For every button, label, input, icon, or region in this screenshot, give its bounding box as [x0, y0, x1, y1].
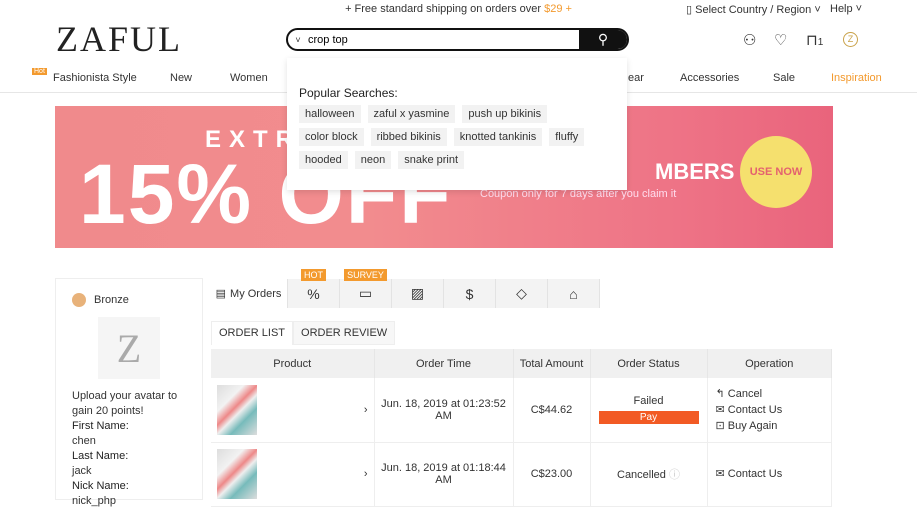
heart-icon[interactable]: ♡: [774, 31, 787, 49]
money-bag-icon: $: [465, 285, 474, 302]
search-bar: ˅ ⚲: [286, 28, 629, 51]
chevron-down-icon[interactable]: ˅: [288, 35, 308, 45]
pay-button[interactable]: Pay: [598, 411, 699, 425]
shipping-price: $29: [544, 3, 563, 15]
order-time: Jun. 18, 2019 at 01:23:52 AM: [374, 378, 514, 443]
nav-accessories[interactable]: Accessories: [680, 72, 739, 84]
house-icon: ⌂: [569, 285, 578, 302]
nick-name-value: nick_php: [72, 495, 117, 507]
search-tag[interactable]: halloween: [299, 105, 361, 123]
user-icon[interactable]: ⚇: [743, 31, 756, 49]
tab-points[interactable]: $: [444, 279, 496, 308]
order-time: Jun. 18, 2019 at 01:18:44 AM: [374, 442, 514, 507]
message-icon: ▭: [358, 285, 373, 301]
upload-avatar-text: Upload your avatar to gain 20 points!: [72, 390, 178, 417]
tab-order-review[interactable]: ORDER REVIEW: [293, 321, 396, 345]
order-subtabs: ORDER LIST ORDER REVIEW: [211, 321, 396, 345]
chevron-right-icon[interactable]: ›: [364, 468, 368, 480]
use-now-button[interactable]: USE NOW: [740, 136, 812, 208]
nav-inspiration[interactable]: Inspiration: [831, 72, 882, 84]
nav-women[interactable]: Women: [230, 72, 268, 84]
search-suggestions: Popular Searches: halloween zaful x yasm…: [287, 58, 627, 190]
help-menu[interactable]: Help ˅: [830, 3, 862, 15]
popular-searches-title: Popular Searches:: [299, 86, 398, 100]
zaful-coin-icon[interactable]: Z: [843, 32, 858, 47]
mail-icon: ✉: [715, 403, 728, 416]
member-level: Bronze: [94, 294, 129, 306]
profile-sidebar: Bronze Z Upload your avatar to gain 20 p…: [55, 278, 203, 507]
undo-icon: ↰: [715, 387, 728, 400]
orders-table: Product Order Time Total Amount Order St…: [211, 349, 832, 507]
last-name-value: jack: [72, 465, 92, 477]
medal-icon: [72, 293, 86, 307]
survey-badge: SURVEY: [344, 269, 387, 281]
tab-order-list[interactable]: ORDER LIST: [211, 321, 294, 345]
search-tag[interactable]: fluffy: [549, 128, 585, 146]
col-total-amount: Total Amount: [513, 349, 591, 378]
tab-education[interactable]: ◇: [496, 279, 548, 308]
search-tag[interactable]: push up bikinis: [462, 105, 548, 123]
col-operation: Operation: [707, 349, 832, 378]
graduation-cap-icon: ◇: [516, 285, 527, 301]
avatar[interactable]: Z: [98, 317, 160, 379]
search-tag[interactable]: snake print: [398, 151, 465, 169]
last-name-label: Last Name:: [72, 450, 129, 462]
cancel-link[interactable]: ↰ Cancel: [716, 386, 832, 402]
search-tag[interactable]: color block: [299, 128, 364, 146]
col-product: Product: [211, 349, 375, 378]
nav-new[interactable]: New: [170, 72, 192, 84]
table-row: › Jun. 18, 2019 at 01:23:52 AM C$44.62 F…: [211, 378, 832, 443]
order-status: Failed: [633, 395, 664, 408]
bag-icon[interactable]: ⊓1: [806, 31, 823, 49]
search-tag[interactable]: hooded: [299, 151, 348, 169]
contact-us-link[interactable]: ✉ Contact Us: [716, 466, 832, 482]
product-thumbnail[interactable]: [217, 449, 257, 499]
bag-icon: ⊡: [715, 419, 728, 432]
orders-icon: ▤: [215, 288, 227, 300]
buy-again-link[interactable]: ⊡ Buy Again: [716, 418, 832, 434]
mail-icon: ✉: [715, 468, 728, 480]
first-name-value: chen: [72, 435, 96, 447]
chevron-right-icon[interactable]: ›: [364, 404, 368, 416]
banner-members: MBERS: [655, 159, 735, 184]
search-icon: ⚲: [597, 31, 609, 47]
col-order-status: Order Status: [590, 349, 708, 378]
nick-name-label: Nick Name:: [72, 480, 129, 492]
col-order-time: Order Time: [374, 349, 514, 378]
account-tabs: ▤ My Orders HOT% SURVEY ▭ ▨ $ ◇ ⌂: [210, 269, 600, 308]
logo[interactable]: ZAFUL: [56, 18, 182, 60]
search-tag[interactable]: neon: [354, 151, 392, 169]
tab-coupons[interactable]: HOT%: [288, 269, 340, 308]
search-input[interactable]: [308, 33, 579, 46]
tab-my-orders[interactable]: ▤ My Orders: [210, 279, 288, 308]
hot-badge: HOT: [301, 269, 326, 281]
tab-address[interactable]: ⌂: [548, 279, 600, 308]
image-icon: ▨: [410, 285, 425, 301]
order-amount: C$23.00: [513, 442, 591, 507]
phone-icon: ▯: [686, 4, 696, 16]
contact-us-link[interactable]: ✉ Contact Us: [716, 402, 832, 418]
hot-badge: Hot: [32, 68, 47, 75]
cart-count: 1: [817, 37, 824, 48]
help-icon[interactable]: ⓘ: [669, 469, 680, 481]
nav-fashionista-style[interactable]: Fashionista Style: [53, 72, 137, 84]
search-tag[interactable]: knotted tankinis: [453, 128, 543, 146]
table-row: › Jun. 18, 2019 at 01:18:44 AM C$23.00 C…: [211, 442, 832, 507]
country-selector[interactable]: ▯ Select Country / Region ˅: [686, 3, 821, 16]
table-header: Product Order Time Total Amount Order St…: [211, 349, 832, 378]
search-tag[interactable]: zaful x yasmine: [367, 105, 456, 123]
nav-swimwear[interactable]: ear: [628, 72, 644, 84]
search-tag[interactable]: ribbed bikinis: [370, 128, 447, 146]
product-thumbnail[interactable]: [217, 384, 257, 435]
tab-survey[interactable]: SURVEY ▭: [340, 269, 392, 308]
first-name-label: First Name:: [72, 420, 129, 432]
nav-sale[interactable]: Sale: [773, 72, 795, 84]
order-status: Cancelled: [617, 469, 666, 481]
order-amount: C$44.62: [513, 378, 591, 443]
coupon-icon: %: [307, 285, 320, 302]
tab-photos[interactable]: ▨: [392, 279, 444, 308]
search-button[interactable]: ⚲: [579, 30, 627, 49]
